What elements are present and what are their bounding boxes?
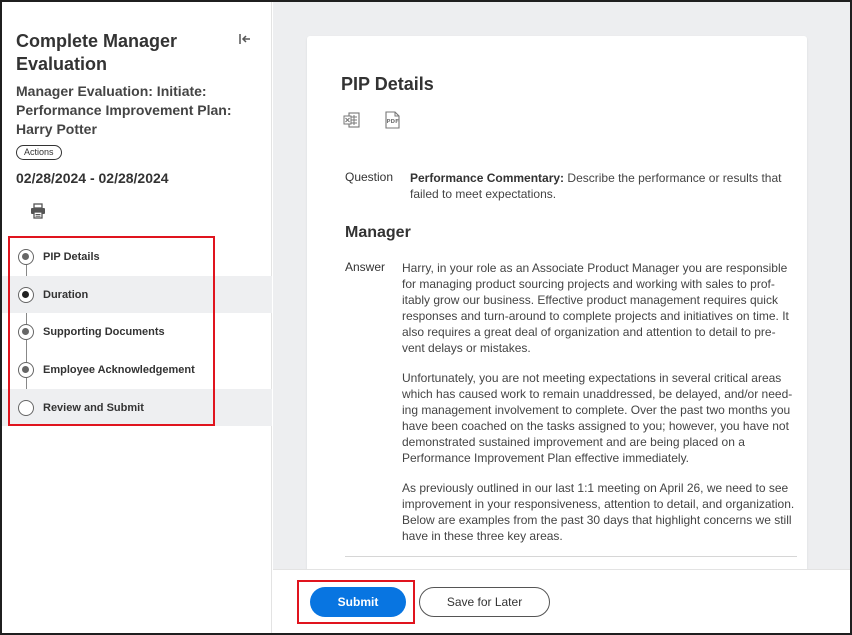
answer-paragraph: Unfortunately, you are not meeting expec… [402,371,793,465]
answer-label: Answer [345,260,386,274]
submit-button[interactable]: Submit [310,587,406,617]
step-label: Employee Acknowledgement [43,363,195,376]
step-current-icon [18,286,34,303]
step-list: PIP Details Duration Supporting Document… [2,238,272,427]
answer-paragraph: Harry, in your role as an Associate Prod… [402,261,789,355]
print-icon[interactable] [30,203,46,219]
answer-paragraph: As previously outlined in our last 1:1 m… [402,481,795,543]
excel-export-icon[interactable] [343,111,361,129]
question-title: Performance Commentary: [410,171,565,185]
page-title: Complete Manager Evaluation [16,31,178,74]
step-label: PIP Details [43,250,100,263]
divider [345,556,797,557]
step-label: Review and Submit [43,401,144,414]
pip-details-card: PIP Details PDF Question Performance Com… [307,36,807,576]
save-for-later-button[interactable]: Save for Later [419,587,550,617]
manager-heading: Manager [345,224,411,241]
pdf-export-icon[interactable]: PDF [383,111,401,129]
step-empty-icon [18,399,34,416]
step-label: Duration [43,288,89,301]
collapse-left-icon[interactable] [238,32,252,46]
step-status-icon [18,248,34,265]
main-content: PIP Details PDF Question Performance Com… [273,2,850,633]
step-duration[interactable]: Duration [2,275,272,314]
footer-bar: Submit Save for Later [273,569,850,633]
section-title: PIP Details [341,74,434,94]
question-text: Performance Commentary: Describe the per… [410,170,790,202]
actions-button[interactable]: Actions [16,145,62,160]
step-supporting-documents[interactable]: Supporting Documents [2,313,272,351]
answer-text: Harry, in your role as an Associate Prod… [402,260,798,558]
step-label: Supporting Documents [43,326,165,339]
date-range: 02/28/2024 - 02/28/2024 [16,170,169,186]
sidebar: Complete Manager Evaluation Manager Eval… [2,2,272,633]
question-label: Question [345,170,394,184]
step-pip-details[interactable]: PIP Details [2,238,272,276]
step-employee-acknowledgement[interactable]: Employee Acknowledgement [2,351,272,389]
step-status-icon [18,324,34,341]
step-status-icon [18,361,34,378]
svg-text:PDF: PDF [387,119,400,125]
step-review-and-submit[interactable]: Review and Submit [2,388,272,427]
page-subtitle: Manager Evaluation: Initiate: Performanc… [16,83,232,137]
